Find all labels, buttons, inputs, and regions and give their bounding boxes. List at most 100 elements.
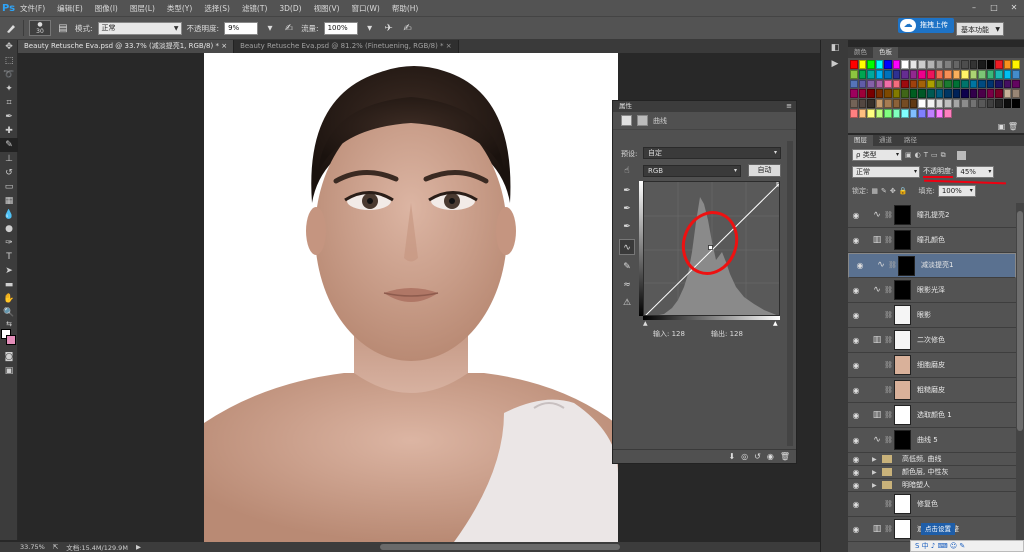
- layer-name[interactable]: 眼影光泽: [917, 285, 945, 295]
- close-button[interactable]: ✕: [1004, 0, 1024, 16]
- color-swatch[interactable]: [935, 69, 944, 79]
- link-icon[interactable]: ⛓: [884, 411, 893, 419]
- layer-name[interactable]: 明暗塑人: [902, 480, 930, 490]
- eye-icon[interactable]: ◉: [848, 211, 864, 220]
- eye-icon[interactable]: ◉: [848, 411, 864, 420]
- link-icon[interactable]: ⛓: [884, 436, 893, 444]
- color-swatch[interactable]: [1012, 99, 1020, 109]
- color-swatch[interactable]: [978, 69, 986, 79]
- targeted-adjust-icon[interactable]: ☝: [619, 163, 635, 179]
- export-icon[interactable]: ⇱: [53, 543, 58, 551]
- path-selection-tool-icon[interactable]: ➤: [0, 264, 18, 278]
- color-swatch[interactable]: [978, 89, 986, 99]
- eye-icon[interactable]: ◉: [848, 468, 864, 477]
- color-swatch[interactable]: [969, 79, 978, 89]
- color-swatch[interactable]: [944, 60, 952, 69]
- layer-name[interactable]: 二次修色: [917, 335, 945, 345]
- color-swatch[interactable]: [995, 89, 1003, 99]
- ime-toolbar[interactable]: S 中 ♪ ⌨ ☺ ✎: [910, 540, 1024, 552]
- layer-row[interactable]: ◉ ⛓ 修复色: [848, 492, 1016, 517]
- tab-layers[interactable]: 图层: [848, 135, 873, 146]
- pressure-opacity-icon[interactable]: ✍: [282, 21, 296, 35]
- layer-name[interactable]: 瞳孔提亮2: [917, 210, 949, 220]
- lock-transparent-icon[interactable]: ▦: [871, 187, 878, 195]
- screen-mode-icon[interactable]: ▣: [0, 364, 18, 378]
- smooth-curve-icon[interactable]: ≈: [619, 277, 635, 293]
- layer-thumbnail[interactable]: [894, 205, 911, 225]
- maximize-button[interactable]: □: [984, 0, 1004, 16]
- layer-name[interactable]: 高低频, 曲线: [902, 454, 941, 464]
- swap-colors-icon[interactable]: ⇆: [0, 320, 18, 328]
- color-swatch[interactable]: [901, 69, 909, 79]
- blend-mode-select[interactable]: 正常 ▾: [852, 166, 920, 178]
- color-swatch[interactable]: [926, 69, 935, 79]
- filter-smart-icon[interactable]: ⧉: [941, 151, 946, 160]
- view-previous-icon[interactable]: ◎: [741, 452, 748, 461]
- color-swatch[interactable]: [918, 79, 926, 89]
- menu-window[interactable]: 窗口(W): [346, 3, 386, 14]
- flow-input[interactable]: 100%: [323, 21, 358, 35]
- link-icon[interactable]: ⛓: [884, 386, 893, 394]
- eye-icon[interactable]: ◉: [848, 236, 864, 245]
- color-swatch[interactable]: [858, 99, 867, 109]
- dodge-tool-icon[interactable]: ●: [0, 222, 18, 236]
- workspace-select[interactable]: 基本功能 ▼: [956, 22, 1004, 36]
- fill-input[interactable]: 100% ▾: [937, 185, 976, 197]
- layer-thumbnail[interactable]: [894, 519, 911, 539]
- color-swatch[interactable]: [850, 89, 858, 99]
- color-swatch[interactable]: [884, 109, 892, 118]
- color-swatch[interactable]: [892, 69, 901, 79]
- minimize-button[interactable]: –: [964, 0, 984, 16]
- chevron-down-icon[interactable]: ▾: [363, 21, 377, 35]
- filter-type-select[interactable]: ρ 类型 ▾: [852, 149, 902, 161]
- blur-tool-icon[interactable]: 💧: [0, 208, 18, 222]
- black-point-eyedropper-icon[interactable]: ✒: [619, 183, 635, 199]
- link-icon[interactable]: ⛓: [884, 361, 893, 369]
- color-swatch[interactable]: [875, 69, 884, 79]
- color-swatch[interactable]: [875, 79, 884, 89]
- layers-scrollbar[interactable]: [1016, 203, 1024, 552]
- link-icon[interactable]: ⛓: [884, 236, 893, 244]
- new-swatch-icon[interactable]: ▣: [998, 122, 1006, 131]
- brush-preset-picker[interactable]: ● 30: [29, 20, 51, 36]
- expand-arrow-icon[interactable]: ▶: [872, 456, 882, 463]
- color-swatch[interactable]: [901, 79, 909, 89]
- eye-icon[interactable]: ◉: [848, 311, 864, 320]
- tab-document-1[interactable]: Beauty Retusche Eva.psd @ 33.7% (减淡提亮1, …: [18, 40, 235, 53]
- menu-file[interactable]: 文件(F): [14, 3, 51, 14]
- color-swatch[interactable]: [867, 89, 875, 99]
- color-swatch[interactable]: [1003, 79, 1012, 89]
- color-swatch[interactable]: [875, 99, 884, 109]
- brush-tool-icon[interactable]: [4, 21, 18, 35]
- color-swatch[interactable]: [926, 79, 935, 89]
- color-swatch[interactable]: [952, 69, 961, 79]
- zoom-level[interactable]: 33.75%: [20, 543, 45, 551]
- color-swatch[interactable]: [858, 79, 867, 89]
- color-swatch[interactable]: [995, 79, 1003, 89]
- expand-arrow-icon[interactable]: ▶: [872, 482, 882, 489]
- lasso-tool-icon[interactable]: ➰: [0, 68, 18, 82]
- color-swatch[interactable]: [986, 89, 995, 99]
- tab-swatches[interactable]: 色板: [873, 47, 898, 58]
- color-swatch[interactable]: [1012, 79, 1020, 89]
- color-swatch[interactable]: [892, 60, 901, 69]
- color-swatch[interactable]: [909, 109, 918, 118]
- color-swatch[interactable]: [961, 60, 969, 69]
- color-swatch[interactable]: [978, 99, 986, 109]
- rectangle-tool-icon[interactable]: ▬: [0, 278, 18, 292]
- eye-icon[interactable]: ◉: [848, 361, 864, 370]
- chevron-down-icon[interactable]: ▾: [263, 21, 277, 35]
- layer-name[interactable]: 瞳孔颜色: [917, 235, 945, 245]
- pen-tool-icon[interactable]: ✑: [0, 236, 18, 250]
- color-swatch[interactable]: [952, 60, 961, 69]
- hand-tool-icon[interactable]: ✋: [0, 292, 18, 306]
- menu-3d[interactable]: 3D(D): [273, 4, 307, 13]
- document-canvas[interactable]: [204, 53, 618, 542]
- airbrush-icon[interactable]: ✈: [382, 21, 396, 35]
- menu-view[interactable]: 视图(V): [308, 3, 346, 14]
- color-swatch[interactable]: [969, 89, 978, 99]
- color-swatch[interactable]: [918, 60, 926, 69]
- color-swatch[interactable]: [1003, 60, 1012, 69]
- color-swatch[interactable]: [986, 99, 995, 109]
- color-swatch[interactable]: [901, 60, 909, 69]
